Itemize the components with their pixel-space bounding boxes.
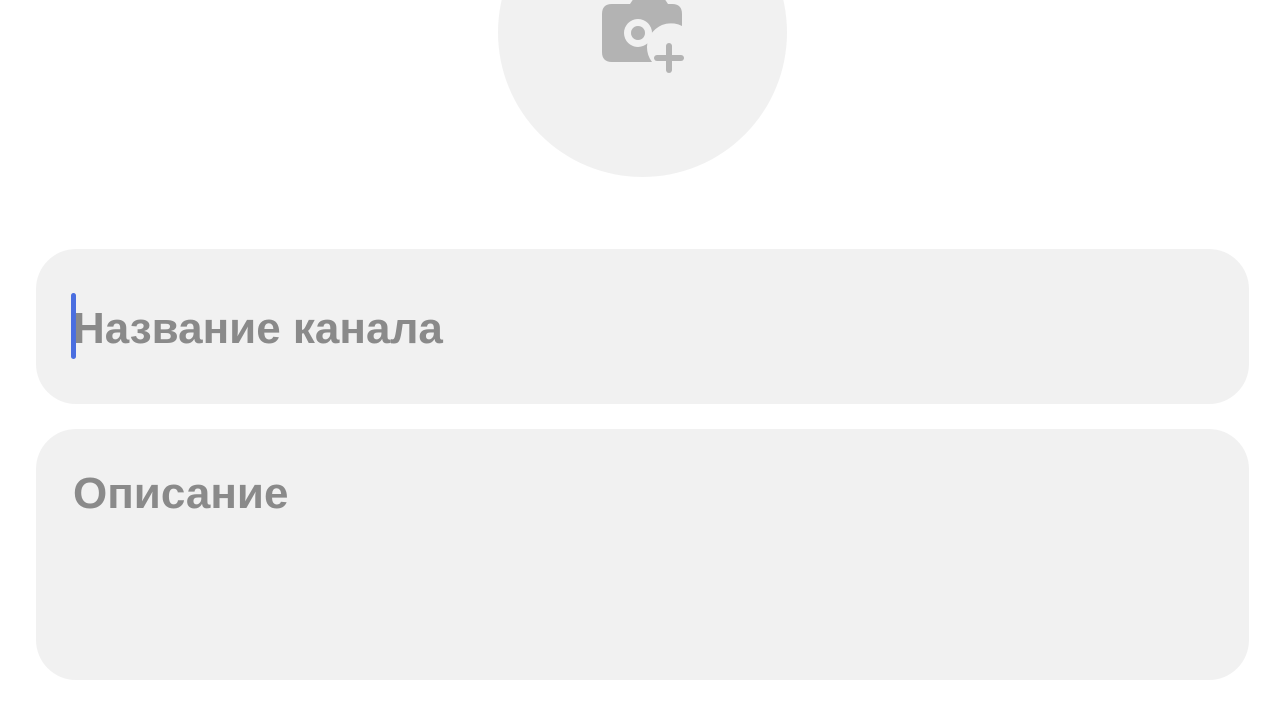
camera-add-icon xyxy=(602,0,684,73)
channel-name-input[interactable]: Название канала xyxy=(36,249,1249,404)
description-placeholder: Описание xyxy=(73,469,289,518)
avatar-picker[interactable] xyxy=(498,0,787,177)
description-input[interactable]: Описание xyxy=(36,429,1249,680)
channel-name-placeholder: Название канала xyxy=(73,304,443,353)
